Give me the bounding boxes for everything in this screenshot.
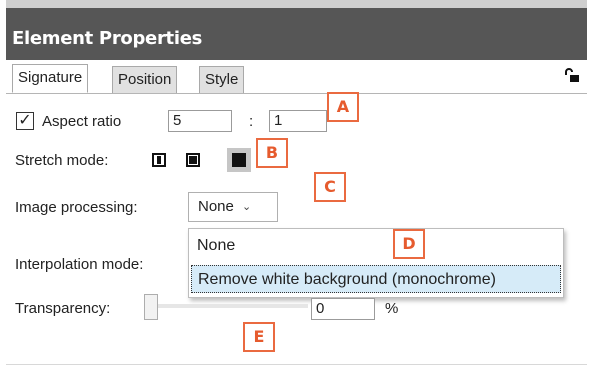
option-none[interactable]: None bbox=[191, 232, 561, 260]
stretch-crop-button[interactable] bbox=[227, 148, 251, 172]
aspect-ratio-left-input[interactable]: 5 bbox=[168, 110, 232, 132]
annotation-b: B bbox=[256, 138, 288, 168]
image-processing-dropdown: None Remove white background (monochrome… bbox=[188, 228, 564, 298]
image-processing-label: Image processing: bbox=[15, 199, 138, 216]
top-border bbox=[6, 0, 587, 8]
stretch-fill-button[interactable] bbox=[181, 148, 205, 172]
transparency-input[interactable]: 0 bbox=[311, 298, 375, 320]
transparency-unit: % bbox=[385, 300, 399, 317]
chevron-down-icon: ⌄ bbox=[242, 201, 252, 213]
tab-divider bbox=[6, 93, 587, 94]
aspect-ratio-right-input[interactable]: 1 bbox=[269, 110, 327, 132]
annotation-a: A bbox=[327, 92, 359, 122]
image-processing-value: None bbox=[198, 198, 234, 215]
stretch-fill-icon bbox=[186, 153, 200, 167]
option-remove-white-background[interactable]: Remove white background (monochrome) bbox=[191, 265, 561, 293]
annotation-d: D bbox=[393, 229, 425, 259]
panel-title: Element Properties bbox=[12, 28, 203, 49]
interpolation-mode-label: Interpolation mode: bbox=[15, 256, 144, 273]
stretch-crop-icon bbox=[232, 153, 246, 167]
aspect-ratio-checkbox[interactable]: ✓ bbox=[16, 112, 34, 130]
annotation-c: C bbox=[314, 172, 346, 202]
stretch-fit-icon bbox=[152, 153, 166, 167]
element-properties-panel: Element Properties Signature Position St… bbox=[6, 0, 587, 365]
aspect-ratio-separator: : bbox=[249, 113, 254, 130]
tab-style[interactable]: Style bbox=[199, 66, 245, 94]
panel-header: Element Properties bbox=[6, 8, 587, 60]
aspect-ratio-label: Aspect ratio bbox=[42, 113, 122, 130]
transparency-label: Transparency: bbox=[15, 300, 111, 317]
stretch-mode-label: Stretch mode: bbox=[15, 152, 109, 169]
tab-signature[interactable]: Signature bbox=[12, 64, 89, 93]
transparency-slider-track[interactable] bbox=[148, 304, 308, 308]
tab-position[interactable]: Position bbox=[112, 66, 178, 94]
transparency-slider-thumb[interactable] bbox=[144, 294, 158, 320]
unlocked-padlock-icon[interactable] bbox=[565, 68, 579, 82]
stretch-fit-button[interactable] bbox=[147, 148, 171, 172]
annotation-e: E bbox=[243, 322, 275, 352]
image-processing-select[interactable]: None ⌄ bbox=[188, 192, 278, 222]
